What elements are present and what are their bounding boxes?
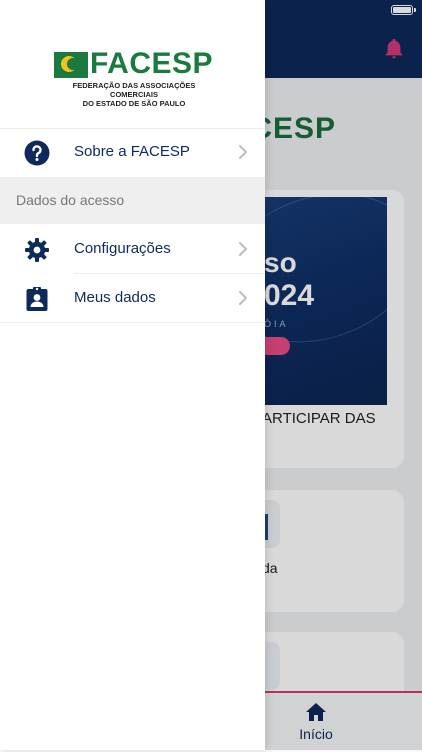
- side-drawer: FACESP FEDERAÇÃO DAS ASSOCIAÇÕES COMERCI…: [0, 0, 265, 750]
- menu-item-configuracoes[interactable]: Configurações: [0, 225, 265, 273]
- logo-subtitle-line2: DO ESTADO DE SÃO PAULO: [82, 99, 186, 108]
- menu-item-meus-dados-label: Meus dados: [74, 289, 156, 306]
- chevron-right-icon: [239, 291, 247, 305]
- chevron-right-icon: [239, 242, 247, 256]
- section-header-label: Dados do acesso: [16, 192, 125, 208]
- facesp-logo-word: FACESP: [90, 47, 214, 80]
- divider: [0, 322, 265, 323]
- help-icon: [24, 140, 50, 166]
- facesp-logo-subtitle: FEDERAÇÃO DAS ASSOCIAÇÕES COMERCIAIS DO …: [54, 81, 214, 108]
- chevron-right-icon: [239, 145, 247, 159]
- section-header-dados-acesso: Dados do acesso: [0, 177, 265, 224]
- id-badge-icon: [26, 287, 48, 311]
- menu-item-sobre-label: Sobre a FACESP: [74, 143, 190, 160]
- menu-item-meus-dados[interactable]: Meus dados: [0, 274, 265, 322]
- drawer-scrim[interactable]: [265, 0, 422, 750]
- logo-subtitle-line1: FEDERAÇÃO DAS ASSOCIAÇÕES COMERCIAIS: [72, 81, 196, 99]
- facesp-logo: FACESP FEDERAÇÃO DAS ASSOCIAÇÕES COMERCI…: [54, 48, 214, 108]
- facesp-logo-mark: [54, 52, 88, 78]
- gear-icon: [25, 238, 49, 262]
- menu-item-sobre[interactable]: Sobre a FACESP: [0, 128, 265, 176]
- menu-item-configuracoes-label: Configurações: [74, 240, 171, 257]
